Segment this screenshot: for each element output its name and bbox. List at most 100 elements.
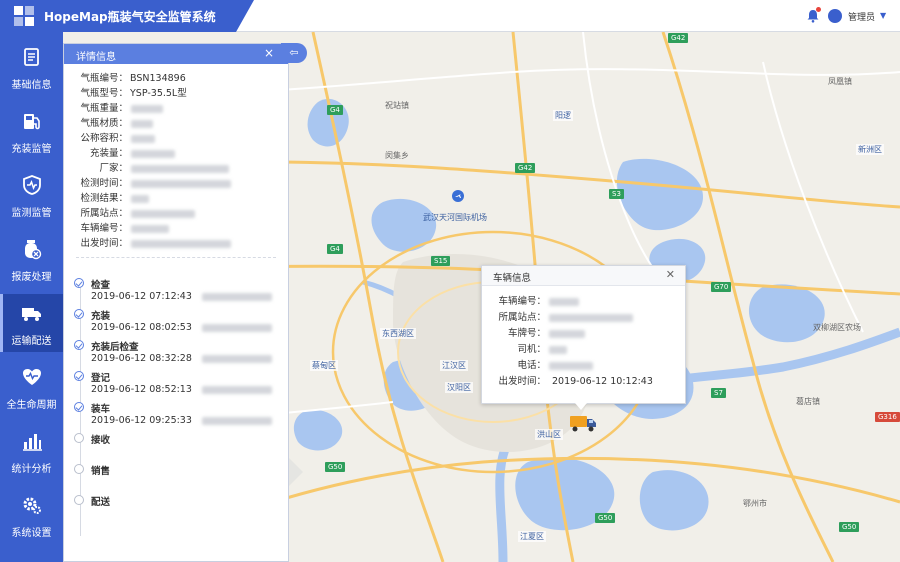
- sidebar-item-monitoring[interactable]: 监测监管: [0, 166, 63, 224]
- detail-panel-title: 详情信息: [76, 52, 116, 63]
- redacted-value: [131, 104, 163, 113]
- road-badge: G50: [839, 522, 860, 532]
- sidebar-item-settings[interactable]: 系统设置: [0, 486, 63, 544]
- vehicle-field: 电话：: [490, 357, 593, 371]
- map-place-label: 鄂州市: [743, 499, 767, 508]
- user-menu-caret-icon[interactable]: ▼: [880, 11, 886, 20]
- detail-field: 气瓶重量：: [76, 100, 163, 114]
- field-label: 出发时间：: [80, 238, 128, 249]
- sidebar-item-label: 运输配送: [11, 336, 52, 347]
- timeline-step-name: 检查: [91, 280, 111, 291]
- map-place-label: 祝站镇: [385, 101, 409, 110]
- close-icon[interactable]: ✕: [666, 268, 675, 281]
- sidebar-item-label: 统计分析: [11, 464, 52, 475]
- redacted-value: [131, 209, 195, 218]
- field-label: 电话：: [517, 360, 546, 371]
- road-badge: G70: [711, 282, 732, 292]
- timeline-step-name: 充装: [91, 311, 111, 322]
- popup-title: 车辆信息: [493, 273, 532, 284]
- sidebar-item-statistics[interactable]: 统计分析: [0, 422, 63, 480]
- field-label: 车辆编号：: [80, 223, 128, 234]
- road-badge: G42: [515, 163, 536, 173]
- field-label: 车辆编号：: [498, 296, 546, 307]
- map-district-label: 洪山区: [535, 429, 563, 440]
- map-place-label: 双柳湖区农场: [813, 323, 861, 332]
- detail-field: 充装量：: [76, 145, 175, 159]
- app-title: HopeMap瓶装气安全监管系统: [44, 10, 216, 24]
- map-district-label: 江汉区: [440, 360, 468, 371]
- detail-field: 所属站点：: [76, 205, 195, 219]
- road-badge: S7: [711, 388, 726, 398]
- timeline-item: 检查 2019-06-12 07:12:43: [74, 276, 284, 306]
- airport-icon: [452, 190, 464, 202]
- field-label: 检测时间：: [80, 178, 128, 189]
- timeline-item: 装车 2019-06-12 09:25:33: [74, 400, 284, 430]
- gears-icon: [23, 497, 41, 514]
- field-label: 所属站点：: [80, 208, 128, 219]
- redacted-value: [131, 119, 153, 128]
- timeline-step-name: 接收: [91, 435, 111, 446]
- check-circle-icon: [74, 371, 84, 381]
- sidebar-item-label: 全生命周期: [6, 400, 57, 411]
- field-label: 气瓶编号：: [80, 73, 128, 84]
- field-label: 气瓶材质：: [80, 118, 128, 129]
- map-district-label: 阳逻: [553, 110, 573, 121]
- map-place-label: 凤凰镇: [828, 77, 852, 86]
- vehicle-info-popup: 车辆信息 ✕ 车辆编号： 所属站点： 车牌号： 司机： 电话： 出发时间： 201…: [481, 265, 686, 404]
- logo-area: HopeMap瓶装气安全监管系统: [0, 0, 254, 32]
- timeline-step-name: 登记: [91, 373, 111, 384]
- field-label: 车牌号：: [507, 328, 546, 339]
- redacted-value: [131, 224, 169, 233]
- road-badge: G316: [875, 412, 900, 422]
- pending-circle-icon: [74, 464, 84, 474]
- redacted-value: [549, 345, 567, 354]
- collapse-panel-arrow-icon[interactable]: ⇦: [281, 43, 307, 63]
- road-badge: G42: [668, 33, 689, 43]
- pending-circle-icon: [74, 433, 84, 443]
- sidebar-item-transport[interactable]: 运输配送: [0, 294, 63, 352]
- check-circle-icon: [74, 278, 84, 288]
- sidebar-item-scrap[interactable]: 报废处理: [0, 230, 63, 288]
- road-badge: G4: [327, 105, 343, 115]
- field-label: 充装量：: [89, 148, 128, 159]
- detail-field: 气瓶型号： YSP-35.5L型: [76, 85, 186, 99]
- sidebar-item-label: 监测监管: [11, 208, 52, 219]
- sidebar-item-label: 系统设置: [11, 528, 52, 539]
- heart-pulse-icon: [23, 369, 41, 385]
- redacted-value: [131, 179, 231, 188]
- field-label: 所属站点：: [498, 312, 546, 323]
- user-name[interactable]: 管理员: [848, 10, 875, 23]
- top-header: HopeMap瓶装气安全监管系统 管理员 ▼: [0, 0, 900, 32]
- field-label: 检测结果：: [80, 193, 128, 204]
- sidebar-item-label: 充装监管: [11, 144, 52, 155]
- timeline-step-time: 2019-06-12 08:32:28: [91, 353, 272, 364]
- vehicle-field: 所属站点：: [490, 309, 633, 323]
- bar-chart-icon: [23, 434, 42, 451]
- avatar[interactable]: [828, 9, 842, 23]
- vehicle-marker-truck-icon[interactable]: [569, 413, 597, 433]
- field-label: 司机：: [517, 344, 546, 355]
- popup-header: 车辆信息 ✕: [482, 266, 685, 286]
- sidebar-item-lifecycle[interactable]: 全生命周期: [0, 358, 63, 416]
- timeline-item: 接收: [74, 431, 284, 461]
- detail-panel-header: 详情信息 ×: [64, 44, 288, 64]
- field-value: BSN134896: [130, 73, 186, 84]
- timeline-step-name: 装车: [91, 404, 111, 415]
- sidebar-item-basic-info[interactable]: 基础信息: [0, 38, 63, 96]
- field-label: 气瓶型号：: [80, 88, 128, 99]
- detail-field: 检测时间：: [76, 175, 231, 189]
- road-badge: S3: [609, 189, 624, 199]
- redacted-value: [131, 164, 229, 173]
- shield-pulse-icon: [23, 175, 41, 195]
- close-icon[interactable]: ×: [264, 46, 274, 60]
- sidebar-item-filling[interactable]: 充装监管: [0, 102, 63, 160]
- section-divider: [76, 257, 276, 258]
- detail-field: 厂家：: [76, 160, 229, 174]
- field-label: 出发时间：: [498, 376, 546, 387]
- check-circle-icon: [74, 340, 84, 350]
- detail-field: 检测结果：: [76, 190, 149, 204]
- sidebar-item-label: 报废处理: [11, 272, 52, 283]
- timeline-step-time: 2019-06-12 09:25:33: [91, 415, 272, 426]
- road-badge: G50: [325, 462, 346, 472]
- vehicle-field: 车牌号：: [490, 325, 585, 339]
